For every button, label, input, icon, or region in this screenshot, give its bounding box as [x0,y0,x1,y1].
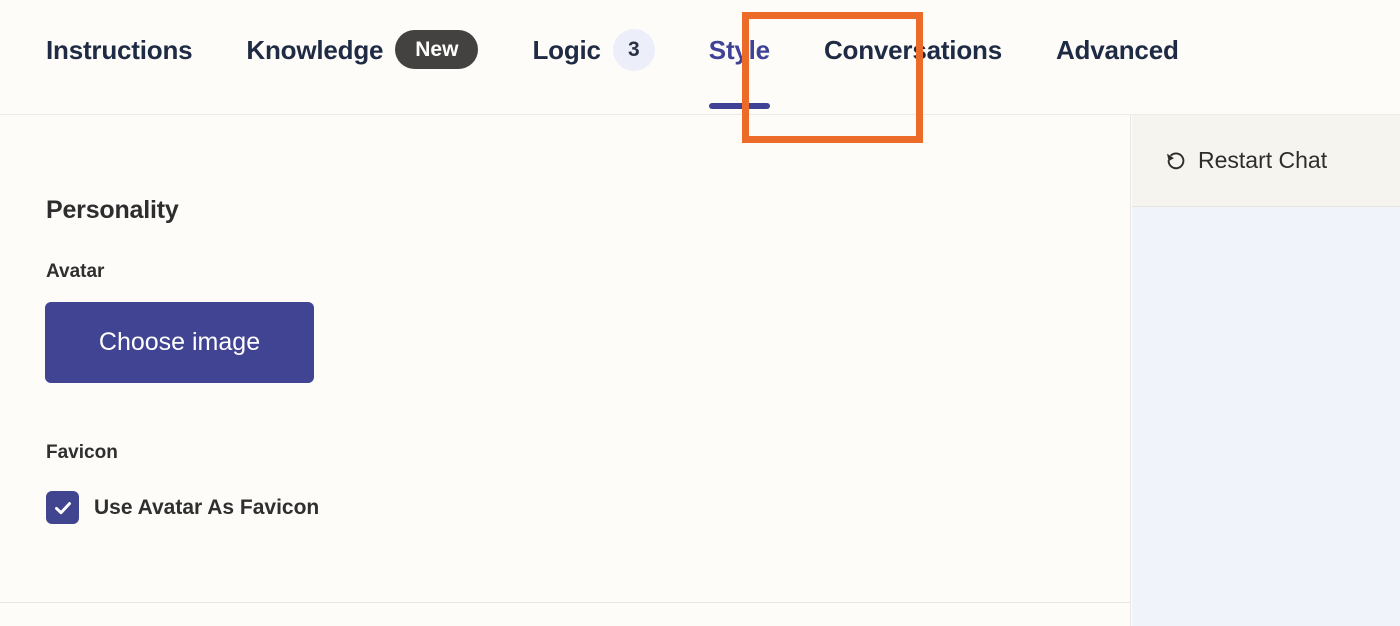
chat-preview-body [1132,207,1400,626]
avatar-field-label: Avatar [46,261,105,282]
tab-knowledge[interactable]: Knowledge New [246,0,479,115]
active-tab-underline [708,103,770,109]
tab-advanced[interactable]: Advanced [1056,0,1179,115]
tab-label: Logic [532,34,601,65]
style-settings-panel: Personality Avatar Choose image Favicon … [0,115,1131,626]
app-root: Instructions Knowledge New Logic 3 Style… [0,0,1400,626]
badge-count: 3 [612,28,655,71]
tab-instructions[interactable]: Instructions [46,0,193,115]
chat-preview-header: Restart Chat [1132,115,1400,207]
tab-label: Knowledge [246,34,384,65]
chat-preview-panel: Restart Chat [1132,115,1400,626]
tab-bar: Instructions Knowledge New Logic 3 Style… [0,0,1400,115]
tab-style[interactable]: Style [708,0,770,115]
checkbox-label: Use Avatar As Favicon [94,495,320,519]
tab-label: Instructions [46,34,193,65]
use-avatar-as-favicon-checkbox-row[interactable]: Use Avatar As Favicon [46,491,319,524]
tab-label: Style [708,34,770,65]
badge-new: New [395,30,479,69]
tab-conversations[interactable]: Conversations [824,0,1002,115]
tab-label: Conversations [823,34,1002,65]
restart-chat-label: Restart Chat [1198,147,1328,173]
section-title-personality: Personality [46,195,179,224]
restart-counterclockwise-arrow-icon [1167,152,1185,169]
panel-section-divider [0,602,1130,603]
tab-logic[interactable]: Logic 3 [532,0,655,115]
favicon-field-label: Favicon [46,442,118,463]
choose-image-button[interactable]: Choose image [45,302,314,383]
checkbox-checked-icon[interactable] [46,491,79,524]
tab-label: Advanced [1055,34,1179,65]
restart-chat-button[interactable]: Restart Chat [1164,147,1327,174]
